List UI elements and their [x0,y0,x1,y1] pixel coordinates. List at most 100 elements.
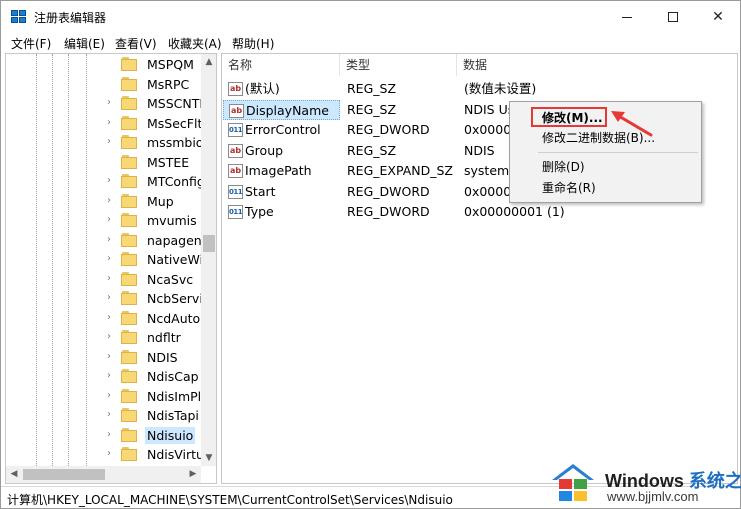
menu-help[interactable]: 帮助(H) [232,35,274,52]
menu-favorites[interactable]: 收藏夹(A) [168,35,222,52]
scroll-thumb[interactable] [23,469,105,480]
menu-file[interactable]: 文件(F) [11,35,51,52]
tree-item[interactable]: › NdisTapi [6,406,201,426]
tree-item[interactable]: MSPQM [6,55,201,75]
value-row[interactable]: 011 Type REG_DWORD 0x00000001 (1) [223,202,737,223]
scroll-thumb[interactable] [203,235,215,252]
tree-item[interactable]: › napagent [6,231,203,251]
string-value-icon: ab [228,164,243,178]
scroll-down-icon[interactable]: ▼ [201,450,216,466]
scroll-up-icon[interactable]: ▲ [201,54,216,70]
expand-chevron-icon[interactable]: › [107,409,117,421]
value-name-cell[interactable]: ab (默认) [223,79,340,99]
tree-item[interactable]: › NcbServic [6,289,203,309]
expand-chevron-icon[interactable]: › [107,429,117,441]
folder-icon [121,349,139,365]
ctx-modify-binary[interactable]: 修改二进制数据(B)... [510,128,701,148]
tree-item[interactable]: › NdisImPla [6,387,203,407]
value-data: (数值未设置) [464,81,537,96]
tree-item[interactable]: › ndfltr [6,328,201,348]
tree-item[interactable]: › MsSecFlt [6,114,202,134]
tree-vertical-scrollbar[interactable]: ▲ ▼ [201,54,216,466]
ctx-rename[interactable]: 重命名(R) [510,178,701,198]
folder-icon [121,369,139,384]
string-value-icon: ab [228,82,243,96]
tree-horizontal-scrollbar[interactable]: ◀ ▶ [6,466,201,483]
value-data: 0x00000001 (1) [464,204,565,219]
tree-item-label: Ndisuio [145,426,196,444]
value-name-cell[interactable]: ab Group [223,141,340,161]
folder-icon [121,310,139,326]
maximize-button[interactable] [650,1,696,33]
binary-value-icon: 011 [228,205,243,219]
tree-item[interactable]: › Mup [6,192,201,212]
expand-chevron-icon[interactable]: › [107,234,117,246]
expand-chevron-icon[interactable]: › [107,136,117,148]
value-type: REG_SZ [347,142,397,158]
close-button[interactable]: ✕ [695,1,741,33]
tree-item[interactable]: › Ndisuio [6,426,201,446]
close-icon: ✕ [712,9,724,25]
tree-item-label: NdisCap [147,369,199,384]
value-type: REG_DWORD [347,204,430,219]
windows-house-logo-icon [552,464,594,501]
menu-edit[interactable]: 编辑(E) [64,35,105,52]
watermark-url: www.bjjmlv.com [607,489,699,504]
expand-chevron-icon[interactable]: › [107,351,117,363]
key-tree-pane: MSPQM MsRPC › MSSCNTR › MsSecFlt › mssmbios MSTE… [5,53,217,484]
value-type: REG_SZ [347,101,397,117]
tree-item-label: NdisImPla [147,388,203,404]
expand-chevron-icon[interactable]: › [107,370,117,382]
tree-item-label: NDIS [147,349,178,365]
expand-chevron-icon[interactable]: › [107,390,117,402]
value-name-cell[interactable]: 011 Type [223,202,340,222]
expand-chevron-icon[interactable]: › [107,448,117,460]
tree-item[interactable]: › NativeWif [6,250,203,270]
value-name: Start [245,183,276,199]
ctx-delete[interactable]: 删除(D) [510,157,701,177]
binary-value-icon: 011 [228,123,243,137]
tree-item[interactable]: › NcdAutoS [6,309,203,329]
expand-chevron-icon[interactable]: › [107,253,117,265]
folder-icon [121,135,139,150]
value-data: NDIS [464,142,495,158]
tree-item-label: MsRPC [147,76,190,92]
scroll-right-icon[interactable]: ▶ [185,466,201,483]
value-row[interactable]: ab (默认) REG_SZ (数值未设置) [223,79,737,100]
folder-icon [121,408,139,423]
value-name-cell[interactable]: ab ImagePath [223,161,340,181]
expand-chevron-icon[interactable]: › [107,312,117,324]
value-name-cell[interactable]: 011 ErrorControl [223,120,340,140]
tree-item[interactable]: › NdisCap [6,367,201,387]
scroll-left-icon[interactable]: ◀ [6,466,22,483]
minimize-icon [622,16,632,18]
column-header-data[interactable]: 数据 [457,54,737,76]
expand-chevron-icon[interactable]: › [107,175,117,187]
tree-item[interactable]: › mvumis [6,211,201,231]
column-header-name[interactable]: 名称 [222,54,340,76]
tree-item[interactable]: › NdisVirtu [6,445,203,465]
tree-item[interactable]: › mssmbios [6,133,203,153]
tree-item[interactable]: › NDIS [6,348,201,368]
expand-chevron-icon[interactable]: › [107,331,117,343]
menu-view[interactable]: 查看(V) [115,35,157,52]
expand-chevron-icon[interactable]: › [107,292,117,304]
tree-item[interactable]: MSTEE [6,153,201,173]
expand-chevron-icon[interactable]: › [107,214,117,226]
tree-item[interactable]: › MSSCNTR [6,94,203,114]
tree-item[interactable]: › MTConfig [6,172,203,192]
expand-chevron-icon[interactable]: › [107,195,117,207]
column-header-type[interactable]: 类型 [340,54,457,76]
expand-chevron-icon[interactable]: › [107,117,117,129]
tree-item[interactable]: MsRPC [6,75,201,95]
value-type: REG_DWORD [347,122,430,137]
folder-icon [121,252,139,267]
tree-item[interactable]: › NcaSvc [6,270,201,290]
folder-icon [121,213,139,228]
value-name-cell[interactable]: 011 Start [223,182,340,202]
value-name-cell[interactable]: ab DisplayName [223,99,340,120]
expand-chevron-icon[interactable]: › [107,97,117,109]
expand-chevron-icon[interactable]: › [107,273,117,285]
minimize-button[interactable] [604,1,650,33]
menu-separator [538,152,698,153]
